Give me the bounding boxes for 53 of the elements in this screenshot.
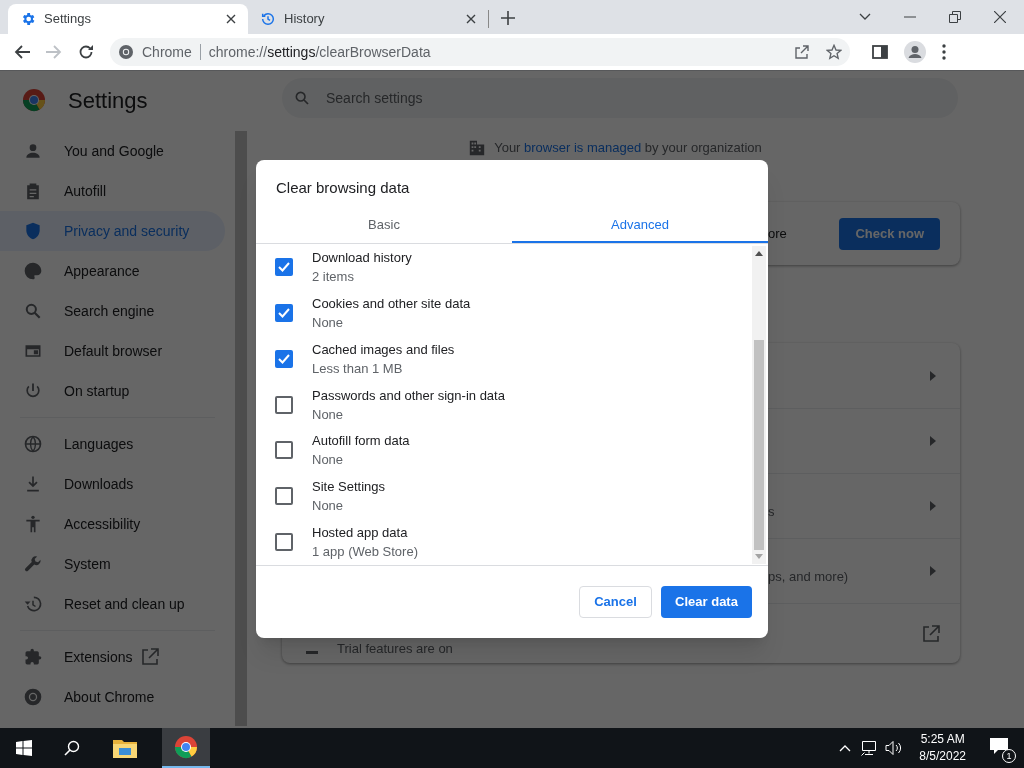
address-bar[interactable]: Chrome chrome://settings/clearBrowserData [110, 38, 850, 66]
tab-title: History [284, 10, 326, 29]
row-subtitle: ps, and more) [768, 568, 849, 587]
nav-item[interactable]: Default browser [0, 331, 225, 371]
browser-tab[interactable]: Settings [8, 4, 248, 34]
option-label: Download history [312, 248, 412, 267]
option-detail: None [312, 451, 345, 470]
page-title: Settings [68, 86, 148, 115]
option-detail: 2 items [312, 267, 355, 286]
nav-item[interactable]: About Chrome [0, 677, 225, 717]
dialog-title: Clear browsing data [275, 178, 411, 198]
option-label: Passwords and other sign-in data [312, 386, 505, 405]
card-text: ore [768, 224, 787, 243]
option-label: Cookies and other site data [312, 294, 471, 313]
nav-item[interactable]: System [0, 544, 225, 584]
option-detail: None [312, 313, 345, 332]
option-detail: 1 app (Web Store) [312, 543, 418, 562]
option-label: Autofill form data [312, 432, 410, 451]
tab-title: Settings [44, 10, 92, 29]
option-label: Hosted app data [312, 524, 409, 543]
managed-link[interactable]: browser is managed [524, 140, 642, 156]
row-subtitle: s [768, 503, 775, 522]
browser-tab[interactable]: History [248, 4, 488, 34]
cancel-button[interactable]: Cancel [579, 586, 652, 618]
nav-item[interactable]: On startup [0, 371, 225, 411]
nav-item[interactable]: Accessibility [0, 504, 225, 544]
dialog-tab[interactable]: Advanced [512, 208, 768, 243]
notification-count: 1 [1002, 749, 1016, 763]
nav-item[interactable]: Reset and clean up [0, 584, 225, 624]
clock[interactable]: 5:25 AM 8/5/2022 [913, 731, 972, 765]
option-detail: None [312, 405, 345, 424]
check-now-button[interactable]: Check now [839, 217, 940, 250]
nav-item[interactable]: Appearance [0, 251, 225, 291]
nav-item[interactable]: You and Google [0, 131, 225, 171]
clock-time: 5:25 AM [920, 731, 965, 748]
clear-data-button[interactable]: Clear data [661, 586, 752, 618]
option-label: Site Settings [312, 478, 385, 497]
nav-item[interactable]: Search engine [0, 291, 225, 331]
managed-notice: Your browser is managed by your organization [494, 139, 762, 158]
nav-item[interactable]: Extensions [0, 637, 225, 677]
nav-item[interactable]: Languages [0, 424, 225, 464]
row-subtitle: Trial features are on [337, 639, 453, 658]
option-detail: Less than 1 MB [312, 359, 404, 378]
site-label: Chrome [142, 42, 192, 62]
nav-item[interactable]: Downloads [0, 464, 225, 504]
url-text: chrome://settings/clearBrowserData [208, 42, 431, 62]
nav-item[interactable]: Privacy and security [0, 211, 225, 251]
option-detail: None [312, 497, 345, 516]
clock-date: 8/5/2022 [919, 748, 966, 765]
nav-item[interactable]: Autofill [0, 171, 225, 211]
option-label: Cached images and files [312, 340, 455, 359]
dialog-tab[interactable]: Basic [256, 208, 512, 243]
search-field[interactable]: Search settings [282, 78, 958, 118]
